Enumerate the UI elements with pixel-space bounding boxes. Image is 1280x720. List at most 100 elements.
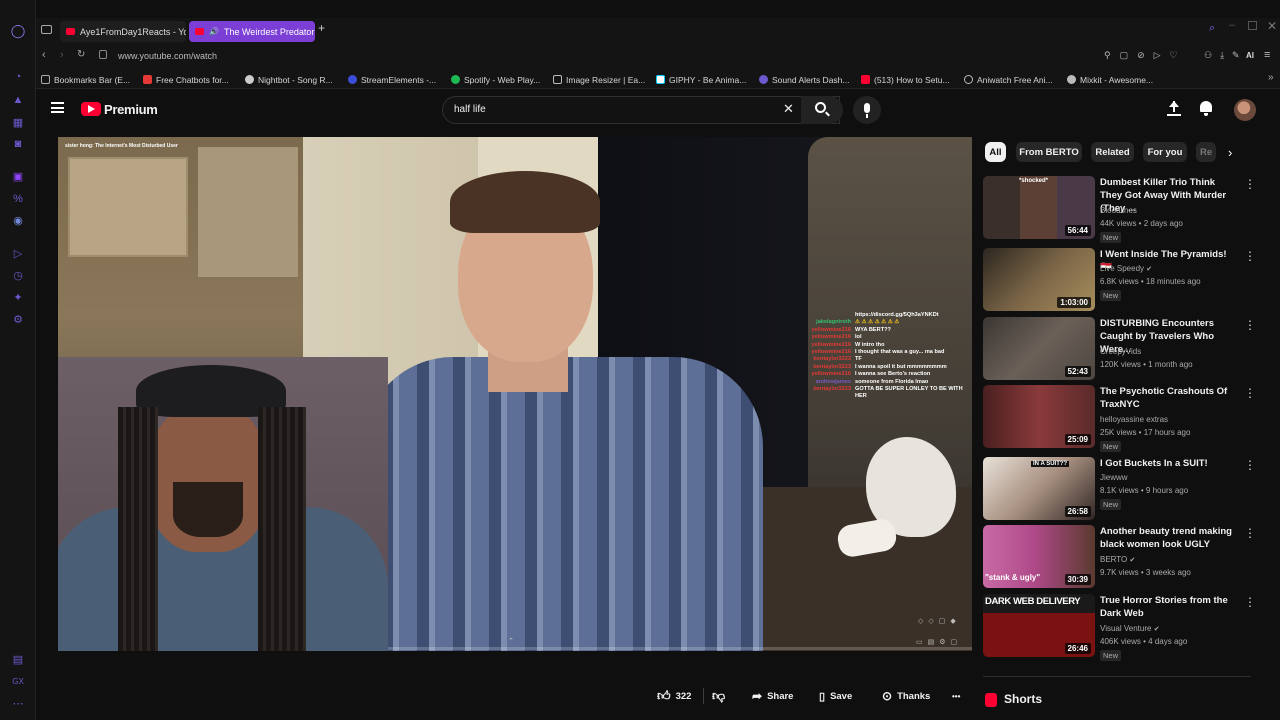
chip-related[interactable]: Related <box>1091 142 1134 162</box>
channel-name[interactable]: BERTO ✔ <box>1100 555 1135 564</box>
progress-bar[interactable] <box>388 647 972 650</box>
more-options-icon[interactable]: ⋮ <box>1244 459 1256 471</box>
video-thumbnail[interactable]: 52:43 <box>983 317 1095 380</box>
crypto-wallet-icon[interactable]: ▦ <box>11 115 25 129</box>
discord-icon[interactable]: ◉ <box>11 213 25 227</box>
bookmark-item[interactable]: Mixkit - Awesome... <box>1067 73 1153 86</box>
twitch-icon[interactable]: ▣ <box>11 169 25 183</box>
video-thumbnail[interactable]: "stank & ugly" 30:39 <box>983 525 1095 588</box>
bookmark-item[interactable]: Free Chatbots for... <box>143 73 229 86</box>
menu-icon[interactable]: ≡ <box>1264 49 1270 61</box>
player-settings-icons[interactable]: ▭▤⚙▢ <box>916 638 962 646</box>
recommendation-item[interactable]: 25:09 The Psychotic Crashouts Of TraxNYC… <box>983 385 1256 452</box>
channel-name[interactable]: CreepyVids <box>1100 347 1141 356</box>
avatar[interactable] <box>1234 99 1256 121</box>
video-title[interactable]: I Got Buckets In a SUIT! <box>1100 457 1237 470</box>
video-title[interactable]: True Horror Stories from the Dark Web <box>1100 594 1237 620</box>
new-tab-button[interactable]: + <box>318 21 325 35</box>
forward-icon[interactable]: › <box>60 49 64 61</box>
video-thumbnail[interactable]: 25:09 <box>983 385 1095 448</box>
percent-icon[interactable]: % <box>11 192 25 206</box>
minimize-icon[interactable]: – <box>1229 19 1235 31</box>
more-options-icon[interactable]: ⋮ <box>1244 596 1256 608</box>
video-thumbnail[interactable]: 1:03:00 <box>983 248 1095 311</box>
tab-search-icon[interactable]: ⌕ <box>1209 22 1215 35</box>
video-thumbnail[interactable]: *shocked* 56:44 <box>983 176 1095 239</box>
recommendation-item[interactable]: "stank & ugly" 30:39 Another beauty tren… <box>983 525 1256 589</box>
recommendation-item[interactable]: DARK WEB DELIVERY 26:46 True Horror Stor… <box>983 594 1256 661</box>
channel-name[interactable]: Visual Venture ✔ <box>1100 624 1160 633</box>
save-button[interactable]: ▯ Save <box>819 686 852 706</box>
reload-icon[interactable]: ↻ <box>77 49 85 60</box>
aria-icon[interactable]: ◔ <box>11 70 25 84</box>
channel-name[interactable]: helloyassine extras <box>1100 415 1168 424</box>
workspaces-icon[interactable]: ▲ <box>11 93 25 107</box>
clear-search-icon[interactable]: ✕ <box>783 101 794 117</box>
share-button[interactable]: ➦ Share <box>752 686 793 706</box>
notifications-bell-icon[interactable] <box>1199 100 1213 116</box>
more-options-icon[interactable]: ⋮ <box>1244 527 1256 539</box>
video-thumbnail[interactable]: IN A SUIT?? 26:58 <box>983 457 1095 520</box>
more-actions-button[interactable]: ••• <box>952 686 960 706</box>
like-button[interactable]: 👍︎ 322 <box>657 686 691 706</box>
voice-search-button[interactable] <box>853 96 881 124</box>
bookmark-item[interactable]: Image Resizer | Ea... <box>553 73 645 86</box>
premium-logo[interactable]: Premium <box>104 102 158 117</box>
recommendation-item[interactable]: *shocked* 56:44 Dumbest Killer Trio Thin… <box>983 176 1256 243</box>
chevron-up-icon[interactable]: ⌃ <box>508 637 514 645</box>
youtube-logo-icon[interactable] <box>81 102 101 116</box>
close-window-icon[interactable]: ✕ <box>1267 19 1277 33</box>
bookmark-item[interactable]: Sound Alerts Dash... <box>759 73 850 86</box>
extensions-icon[interactable]: ✦ <box>11 290 25 304</box>
back-icon[interactable]: ‹ <box>42 49 46 61</box>
player-overlay-icons[interactable]: ◇◇▢◆ <box>918 617 961 625</box>
channel-name[interactable]: Bloodlines <box>1100 206 1137 215</box>
bookmark-folder[interactable]: Bookmarks Bar (E... <box>41 73 130 86</box>
url-field[interactable]: www.youtube.com/watch <box>118 51 217 61</box>
tab-aye1fromday1reacts[interactable]: Aye1FromDay1Reacts - Yo <box>60 21 186 42</box>
video-player[interactable]: sister hong: The Internet's Most Disturb… <box>58 137 972 651</box>
chip-from-berto[interactable]: From BERTO <box>1016 142 1082 162</box>
chips-next-chevron-icon[interactable]: › <box>1228 145 1232 160</box>
chip-for-you[interactable]: For you <box>1143 142 1187 162</box>
tab-the-weirdest-predator[interactable]: 🔊 The Weirdest Predator <box>189 21 315 42</box>
search-box[interactable]: half life <box>442 96 840 124</box>
channel-name[interactable]: Live Speedy ✔ <box>1100 264 1152 273</box>
bookmark-item[interactable]: Spotify - Web Play... <box>451 73 540 86</box>
dislike-button[interactable]: 👎︎ <box>712 686 725 706</box>
sidebar-more-icon[interactable]: ⋯ <box>11 696 25 710</box>
more-options-icon[interactable]: ⋮ <box>1244 178 1256 190</box>
video-title[interactable]: Another beauty trend making black women … <box>1100 525 1237 551</box>
messenger-icon[interactable]: ◙ <box>11 137 25 151</box>
history-icon[interactable]: ◷ <box>11 268 25 282</box>
settings-gear-icon[interactable]: ⚙ <box>11 312 25 326</box>
more-options-icon[interactable]: ⋮ <box>1244 250 1256 262</box>
maximize-icon[interactable] <box>1248 21 1257 30</box>
bookmark-item[interactable]: (513) How to Setu... <box>861 73 950 86</box>
recommendation-item[interactable]: 1:03:00 I Went Inside The Pyramids! 🇪🇬 L… <box>983 248 1256 312</box>
tab-overview-icon[interactable] <box>41 25 52 34</box>
chip-recently-uploaded[interactable]: Re <box>1196 142 1216 162</box>
gx-icon[interactable]: GX <box>11 674 25 688</box>
toolbar-icons[interactable]: ⚇⤓✎ <box>1204 50 1248 61</box>
hamburger-menu-icon[interactable] <box>51 102 64 113</box>
more-options-icon[interactable]: ⋮ <box>1244 319 1256 331</box>
recommendation-item[interactable]: IN A SUIT?? 26:58 I Got Buckets In a SUI… <box>983 457 1256 521</box>
bookmark-item[interactable]: GIPHY - Be Anima... <box>656 73 746 86</box>
addressbar-actions-icon[interactable]: ⚲▢⊘▷♡ <box>1104 50 1187 61</box>
upload-icon[interactable] <box>1167 100 1181 116</box>
search-input[interactable]: half life <box>454 104 486 115</box>
bookmarks-overflow-icon[interactable]: » <box>1268 72 1274 83</box>
video-title[interactable]: The Psychotic Crashouts Of TraxNYC <box>1100 385 1237 411</box>
bookmark-item[interactable]: StreamElements -... <box>348 73 436 86</box>
more-options-icon[interactable]: ⋮ <box>1244 387 1256 399</box>
opera-logo-icon[interactable]: ◯ <box>11 23 26 38</box>
ai-button[interactable]: AI <box>1246 51 1254 60</box>
bookmark-item[interactable]: Nightbot - Song R... <box>245 73 333 86</box>
thanks-button[interactable]: ⊙ Thanks <box>882 686 930 706</box>
video-thumbnail[interactable]: DARK WEB DELIVERY 26:46 <box>983 594 1095 657</box>
easy-setup-icon[interactable]: ▤ <box>11 652 25 666</box>
chip-all[interactable]: All <box>985 142 1006 162</box>
recommendation-item[interactable]: 52:43 DISTURBING Encounters Caught by Tr… <box>983 317 1256 381</box>
bookmark-item[interactable]: Aniwatch Free Ani... <box>964 73 1053 86</box>
